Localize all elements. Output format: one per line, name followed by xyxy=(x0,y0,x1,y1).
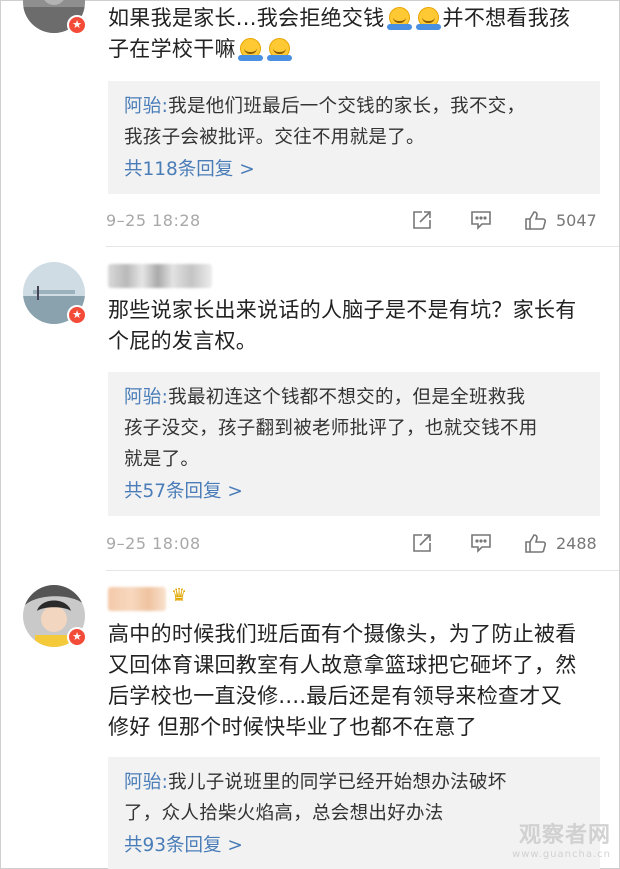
reply-preview[interactable]: 阿骀:我是他们班最后一个交钱的家长，我不交， 我孩子会被批评。交往不用就是了。 … xyxy=(108,81,600,194)
reply-line: 就是了。 xyxy=(124,449,200,470)
emoji-icon xyxy=(237,38,263,61)
verified-badge-icon: ★ xyxy=(67,15,87,35)
reply-line: 我是他们班最后一个交钱的家长，我不交， xyxy=(168,96,526,117)
reply-line: 我儿子说班里的同学已经开始想办法破坏 xyxy=(168,772,507,793)
like-icon[interactable] xyxy=(524,532,548,556)
comment-text: 高中的时候我们班后面有个摄像头，为了防止被看 又回体育课回教室有人故意拿篮球把它… xyxy=(108,622,577,739)
crown-icon: ♛ xyxy=(171,585,188,606)
reply-author[interactable]: 阿骀: xyxy=(124,387,168,408)
reply-line: 孩子没交，孩子翻到被老师批评了，也就交钱不用 xyxy=(124,418,538,439)
verified-badge-icon: ★ xyxy=(67,305,87,325)
comment-icon[interactable] xyxy=(469,532,493,556)
verified-badge-icon: ★ xyxy=(67,627,87,647)
reply-author[interactable]: 阿骀: xyxy=(124,772,168,793)
comment-time: 9–25 18:08 xyxy=(106,534,201,553)
like-count: 2488 xyxy=(556,534,597,553)
share-icon[interactable] xyxy=(411,209,433,233)
comment-text: 那些说家长出来说话的人脑子是不是有坑？家长有 个屁的发言权。 xyxy=(108,298,577,353)
emoji-icon xyxy=(415,7,441,30)
username[interactable] xyxy=(108,264,212,288)
like-count: 5047 xyxy=(556,211,597,230)
reply-author[interactable]: 阿骀: xyxy=(124,96,168,117)
reply-line: 我最初连这个钱都不想交的，但是全班救我 xyxy=(168,387,526,408)
watermark: 观察者网 www.guancha.cn xyxy=(512,823,611,860)
comment-item: ★ 如果我是家长...我会拒绝交钱 并不想看我孩 子在学校干嘛 阿骀:我是他们班最… xyxy=(1,0,619,246)
comment-icon[interactable] xyxy=(469,209,493,233)
like-icon[interactable] xyxy=(524,209,548,233)
username[interactable] xyxy=(108,587,166,611)
comment-text: 如果我是家长...我会拒绝交钱 并不想看我孩 子在学校干嘛 xyxy=(108,6,571,61)
view-replies-link[interactable]: 共118条回复 > xyxy=(124,155,584,185)
emoji-icon xyxy=(266,38,292,61)
comment-item: ★ 那些说家长出来说话的人脑子是不是有坑？家长有 个屁的发言权。 阿骀:我最初连… xyxy=(1,247,619,570)
comment-time: 9–25 18:28 xyxy=(106,211,201,230)
view-replies-link[interactable]: 共57条回复 > xyxy=(124,477,584,507)
emoji-icon xyxy=(386,7,412,30)
share-icon[interactable] xyxy=(411,532,433,556)
reply-preview[interactable]: 阿骀:我最初连这个钱都不想交的，但是全班救我 孩子没交，孩子翻到被老师批评了，也… xyxy=(108,372,600,516)
reply-line: 我孩子会被批评。交往不用就是了。 xyxy=(124,127,425,148)
